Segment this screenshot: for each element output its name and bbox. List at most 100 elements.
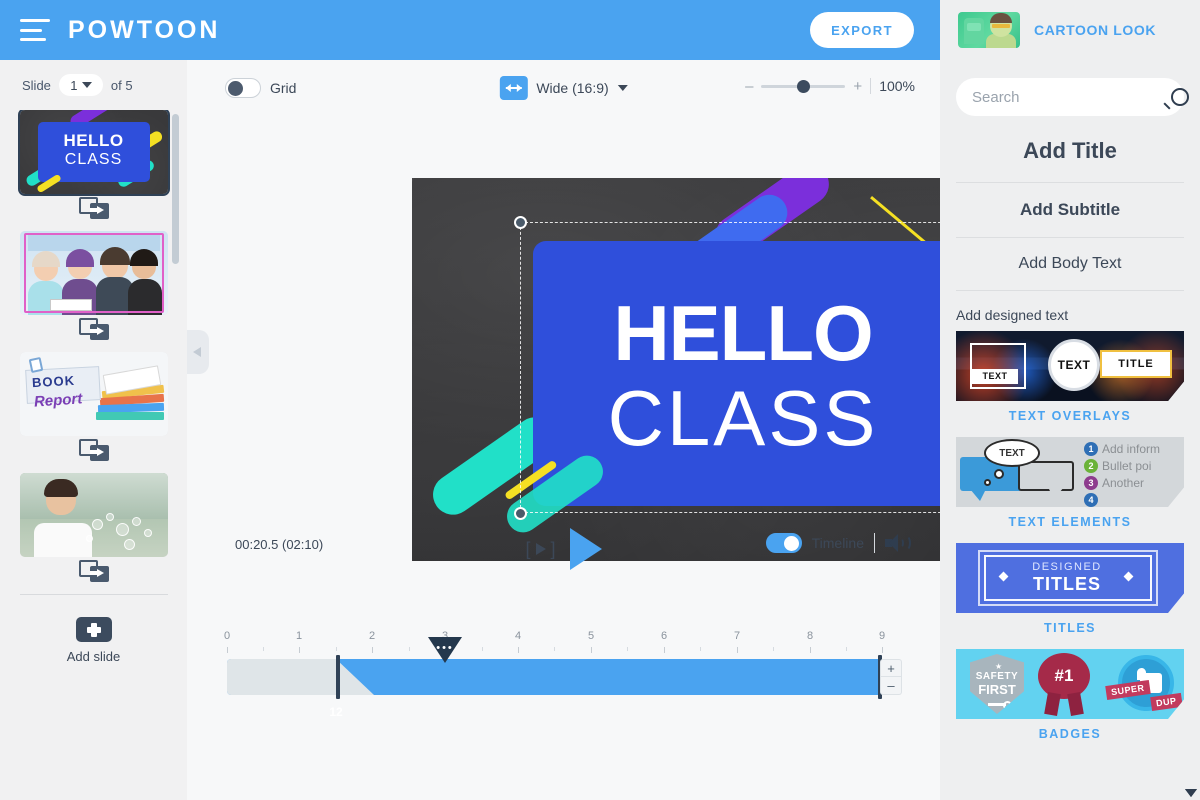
bullet-number: 2 <box>1084 459 1098 473</box>
grid-toggle[interactable] <box>225 78 261 98</box>
slide-transition-icon[interactable] <box>20 436 168 467</box>
export-button[interactable]: EXPORT <box>810 12 914 48</box>
add-subtitle-option[interactable]: Add Subtitle <box>956 183 1184 237</box>
add-title-option[interactable]: Add Title <box>956 116 1184 182</box>
slide-number-select[interactable]: 1 <box>58 74 103 96</box>
title-top-text: DESIGNED <box>1032 561 1102 573</box>
slide-thumbnail-4[interactable] <box>19 473 168 557</box>
zoom-slider[interactable] <box>761 79 846 93</box>
bullet-line: Bullet poi <box>1102 459 1152 473</box>
add-slide-control[interactable]: Add slide <box>0 617 187 664</box>
chevron-down-icon <box>81 82 92 88</box>
timeline-track-area: 12 ••• + – <box>227 637 902 719</box>
list-item[interactable]: HELLO CLASS <box>17 110 170 225</box>
prev-slide-arrow[interactable] <box>187 330 209 374</box>
cartoon-look-label[interactable]: CARTOON LOOK <box>1034 22 1156 38</box>
thumb-book-text: BOOK <box>31 372 75 391</box>
category-thumbnail[interactable]: DESIGNED TITLES <box>956 543 1184 613</box>
badge-text-3: #1 <box>1054 666 1074 685</box>
cartoon-look-thumbnail[interactable] <box>958 12 1020 48</box>
play-frame-button[interactable]: [] <box>525 539 555 560</box>
powtoon-editor: POWTOON EXPORT CARTOON LOOK Slide 1 of 5 <box>0 0 1200 800</box>
add-slide-label: Add slide <box>66 649 121 664</box>
timeline-object-marker[interactable]: ••• <box>428 637 462 667</box>
zoom-control[interactable]: – + 100% <box>745 78 915 94</box>
marker-dots: ••• <box>436 642 454 654</box>
timeline-zoom-out[interactable]: – <box>880 677 902 695</box>
badge-text-1: SAFETY <box>975 671 1019 682</box>
slide-transition-icon[interactable] <box>20 315 168 346</box>
speaker-icon[interactable] <box>885 533 911 553</box>
tick-label: 1 <box>295 630 303 642</box>
hamburger-menu-icon[interactable] <box>20 19 50 41</box>
of-word: of <box>110 77 122 93</box>
tick-label: 6 <box>660 630 668 642</box>
zoom-out-button[interactable]: – <box>745 79 753 94</box>
playhead-label: 12 <box>329 705 343 719</box>
bullet-line: Add inform <box>1102 442 1161 456</box>
zoom-slider-thumb[interactable] <box>797 79 811 93</box>
slide-thumbnail-1[interactable]: HELLO CLASS <box>17 110 170 196</box>
category-badges: ★ SAFETY FIRST #1 SUPER DUP BADGES <box>956 649 1184 751</box>
category-label[interactable]: TEXT OVERLAYS <box>956 401 1184 433</box>
timeline-playhead[interactable] <box>336 655 340 699</box>
slides-scroll-area[interactable]: HELLO CLASS BOOK Report <box>0 110 187 590</box>
list-item[interactable] <box>19 473 168 588</box>
play-button-group: [] <box>525 528 602 570</box>
grid-toggle-group[interactable]: Grid <box>225 78 296 98</box>
category-thumbnail[interactable]: ★ SAFETY FIRST #1 SUPER DUP <box>956 649 1184 719</box>
timeline-zoom-in[interactable]: + <box>880 659 902 677</box>
zoom-percent-label: 100% <box>879 78 915 94</box>
resize-handle-tl[interactable] <box>514 216 527 229</box>
zoom-in-button[interactable]: + <box>853 79 862 94</box>
category-titles: DESIGNED TITLES TITLES <box>956 543 1197 797</box>
category-label[interactable]: TITLES <box>956 613 1184 645</box>
badge-text-5: DUP <box>1150 692 1183 712</box>
category-label[interactable]: TEXT ELEMENTS <box>956 507 1184 539</box>
powtoon-logo: POWTOON <box>68 15 221 44</box>
text-library-panel: Add Title Add Subtitle Add Body Text Add… <box>940 60 1200 800</box>
timeline-label: Timeline <box>811 535 864 551</box>
thumb-report-text: Report <box>32 390 83 411</box>
chevron-down-icon <box>617 85 628 91</box>
timeline-toggle[interactable] <box>765 533 802 553</box>
slide-thumbnail-2[interactable] <box>19 231 168 315</box>
bubble-text: TEXT <box>984 439 1040 467</box>
divider <box>956 290 1184 291</box>
slide-transition-icon[interactable] <box>20 557 168 588</box>
resize-arrows-icon <box>499 76 528 100</box>
search-box[interactable] <box>956 78 1189 116</box>
category-label[interactable]: BADGES <box>956 719 1184 751</box>
add-slide-button[interactable] <box>75 617 112 642</box>
selection-box <box>520 222 961 513</box>
add-body-text-option[interactable]: Add Body Text <box>956 238 1184 290</box>
timeline-track-inactive <box>227 659 336 695</box>
chevron-down-icon[interactable] <box>1185 789 1197 797</box>
thumb-class-text: CLASS <box>64 151 123 168</box>
aspect-ratio-select[interactable]: Wide (16:9) <box>499 76 628 100</box>
bullet-number: 1 <box>1084 442 1098 456</box>
number-one-ribbon-icon: #1 <box>1038 653 1090 716</box>
bullet-number: 3 <box>1084 476 1098 490</box>
grid-label: Grid <box>270 80 297 96</box>
timeline-panel: 0 1 2 3 4 5 6 7 8 9 12 ••• + – <box>187 575 940 719</box>
editor-stage: Grid Wide (16:9) – + 100% HELLO CLASS 00… <box>187 60 1082 800</box>
list-item[interactable] <box>19 231 168 346</box>
category-thumbnail[interactable]: TEXT 1 2 3 4 Add inform Bullet poi Anoth… <box>956 437 1184 507</box>
timeline-ruler: 0 1 2 3 4 5 6 7 8 9 <box>223 630 885 653</box>
category-text-overlays: TEXT TEXT TITLE TEXT OVERLAYS <box>956 331 1197 797</box>
slide-number-value: 1 <box>70 77 78 93</box>
list-item[interactable]: BOOK Report <box>19 352 168 467</box>
tick-label: 0 <box>223 630 231 642</box>
search-input[interactable] <box>972 88 1171 106</box>
tick-label: 8 <box>806 630 814 642</box>
slide-navigator: Slide 1 of 5 <box>0 60 187 110</box>
slide-transition-icon[interactable] <box>20 194 168 225</box>
play-icon[interactable] <box>569 528 602 570</box>
bullet-line: Another <box>1102 476 1145 490</box>
sidebar-scrollbar[interactable] <box>172 114 179 264</box>
tick-label: 4 <box>514 630 522 642</box>
category-text-elements: TEXT 1 2 3 4 Add inform Bullet poi Anoth… <box>956 437 1197 797</box>
category-thumbnail[interactable]: TEXT TEXT TITLE <box>956 331 1184 401</box>
slide-thumbnail-3[interactable]: BOOK Report <box>19 352 168 436</box>
